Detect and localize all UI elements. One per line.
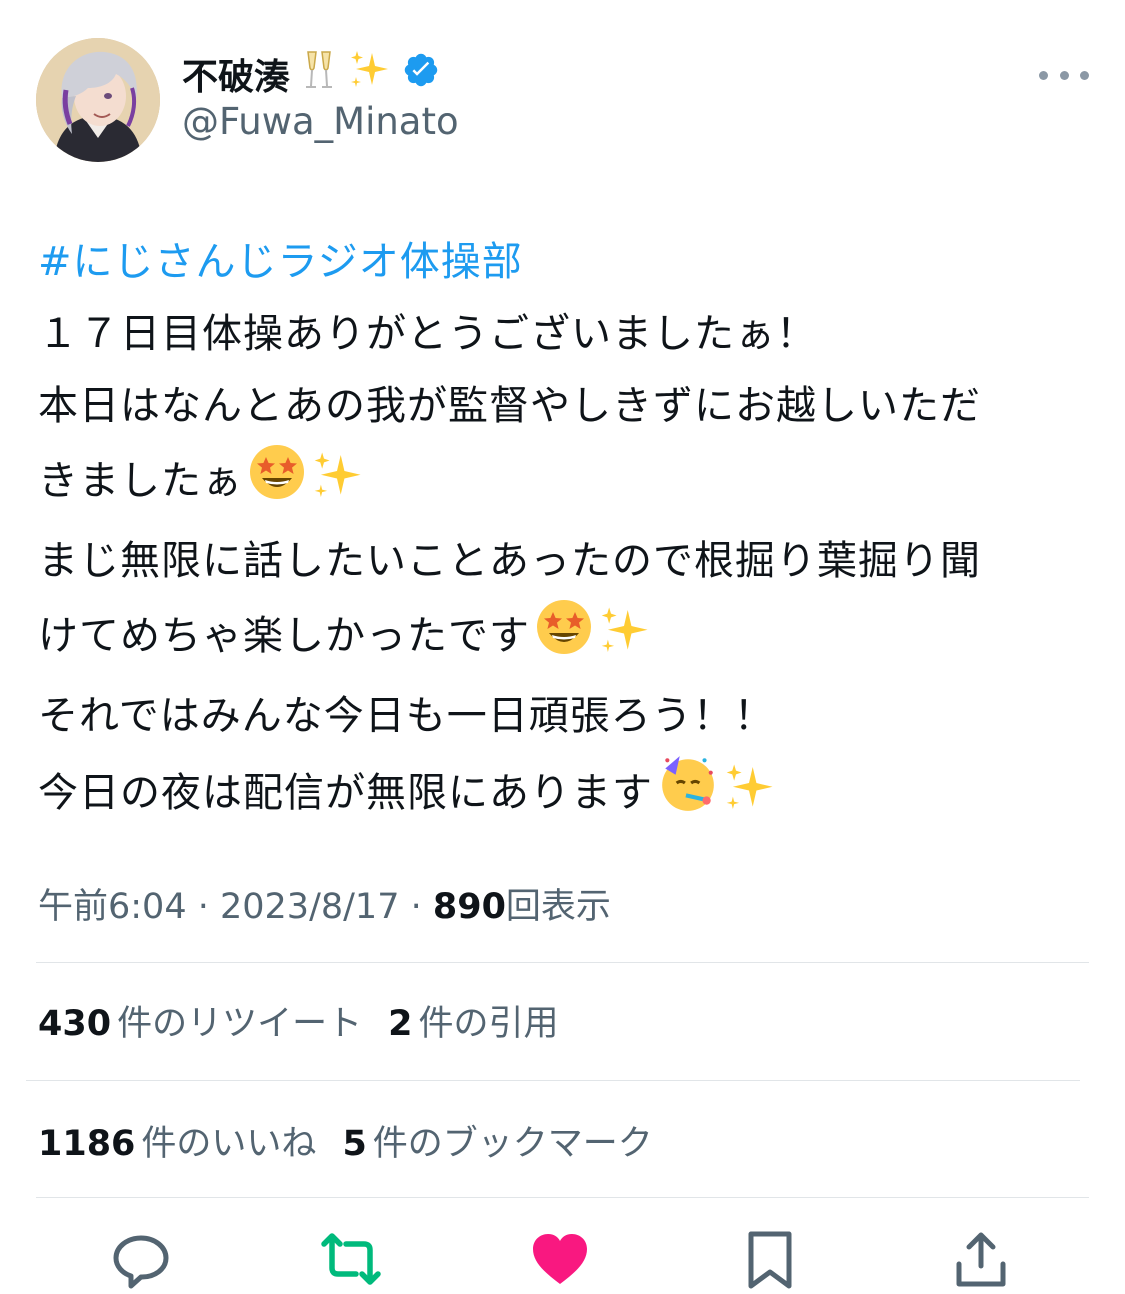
avatar[interactable]	[36, 38, 160, 162]
tweet-line-with-emoji: けてめちゃ楽しかったです	[38, 597, 1088, 680]
sparkles-emoji	[598, 605, 650, 680]
sparkles-emoji	[311, 450, 363, 525]
tweet-line-text: けてめちゃ楽しかったです	[38, 613, 530, 659]
partying-face-emoji	[657, 752, 719, 837]
tweet-line: 本日はなんとあの我が監督やしきずにお越しいただ	[38, 383, 981, 429]
reply-button[interactable]	[111, 1230, 171, 1290]
views-count: 890	[432, 887, 506, 927]
retweet-quote-stats: 430 件のリツイート 2 件の引用	[38, 995, 558, 1046]
tweet-text: #にじさんじラジオ体操部 １７日目体操ありがとうございましたぁ！ 本日はなんとあ…	[38, 226, 1088, 837]
display-name-row[interactable]: 不破湊	[182, 50, 440, 98]
retweets-label: 件のリツイート	[117, 1004, 363, 1044]
likes-label: 件のいいね	[141, 1124, 317, 1164]
divider	[26, 1080, 1080, 1081]
retweets-stat[interactable]: 430 件のリツイート	[38, 1004, 362, 1044]
tweet-line-text: 今日の夜は配信が無限にあります	[38, 770, 653, 816]
verified-badge-icon	[402, 51, 440, 98]
star-struck-emoji	[534, 597, 594, 680]
tweet-line: １７日目体操ありがとうございましたぁ！	[38, 311, 817, 357]
meta-separator: ·	[399, 887, 433, 927]
retweet-icon	[321, 1233, 381, 1285]
retweet-button[interactable]	[318, 1230, 381, 1290]
retweets-count: 430	[38, 1004, 112, 1044]
tweet-line-text: きましたぁ	[38, 458, 243, 504]
display-name[interactable]: 不破湊	[182, 48, 290, 100]
views-label: 回表示	[505, 887, 611, 927]
handle[interactable]: @Fuwa_Minato	[182, 100, 459, 143]
likes-count: 1186	[38, 1124, 136, 1164]
likes-stat[interactable]: 1186 件のいいね	[38, 1124, 316, 1164]
hashtag-link[interactable]: #にじさんじラジオ体操部	[38, 239, 523, 285]
bookmarks-count: 5	[342, 1124, 367, 1164]
bookmark-button[interactable]	[745, 1230, 805, 1290]
divider	[36, 962, 1089, 963]
bookmarks-label: 件のブックマーク	[372, 1124, 653, 1164]
sparkles-emoji	[723, 762, 775, 837]
bookmark-icon	[748, 1231, 792, 1289]
like-button[interactable]	[530, 1230, 590, 1290]
more-options-icon[interactable]	[1039, 62, 1089, 88]
share-icon	[956, 1232, 1006, 1287]
tweet-line-with-emoji: きましたぁ	[38, 442, 1088, 525]
tweet-meta: 午前6:04 · 2023/8/17 · 890回表示	[38, 878, 611, 929]
reply-icon	[113, 1235, 169, 1289]
heart-icon	[533, 1234, 587, 1284]
quotes-stat[interactable]: 2 件の引用	[388, 1004, 558, 1044]
tweet-time[interactable]: 午前6:04	[38, 887, 187, 927]
quotes-label: 件の引用	[418, 1004, 559, 1044]
tweet-date[interactable]: 2023/8/17	[220, 887, 399, 927]
share-button[interactable]	[953, 1230, 1013, 1290]
divider	[36, 1197, 1089, 1198]
tweet-line: まじ無限に話したいことあったので根掘り葉掘り聞	[38, 538, 981, 584]
quotes-count: 2	[388, 1004, 413, 1044]
like-bookmark-stats: 1186 件のいいね 5 件のブックマーク	[38, 1115, 653, 1166]
action-bar	[0, 1230, 1125, 1290]
tweet-line-with-emoji: 今日の夜は配信が無限にあります	[38, 752, 1088, 837]
star-struck-emoji	[247, 442, 307, 525]
meta-separator: ·	[186, 887, 220, 927]
tweet-header: 不破湊 @Fuwa_Minato	[36, 38, 1089, 163]
sparkles-emoji	[348, 49, 390, 100]
bookmarks-stat[interactable]: 5 件のブックマーク	[342, 1124, 652, 1164]
tweet-line: それではみんな今日も一日頑張ろう！！	[38, 693, 775, 739]
champagne-glasses-emoji	[302, 50, 336, 99]
